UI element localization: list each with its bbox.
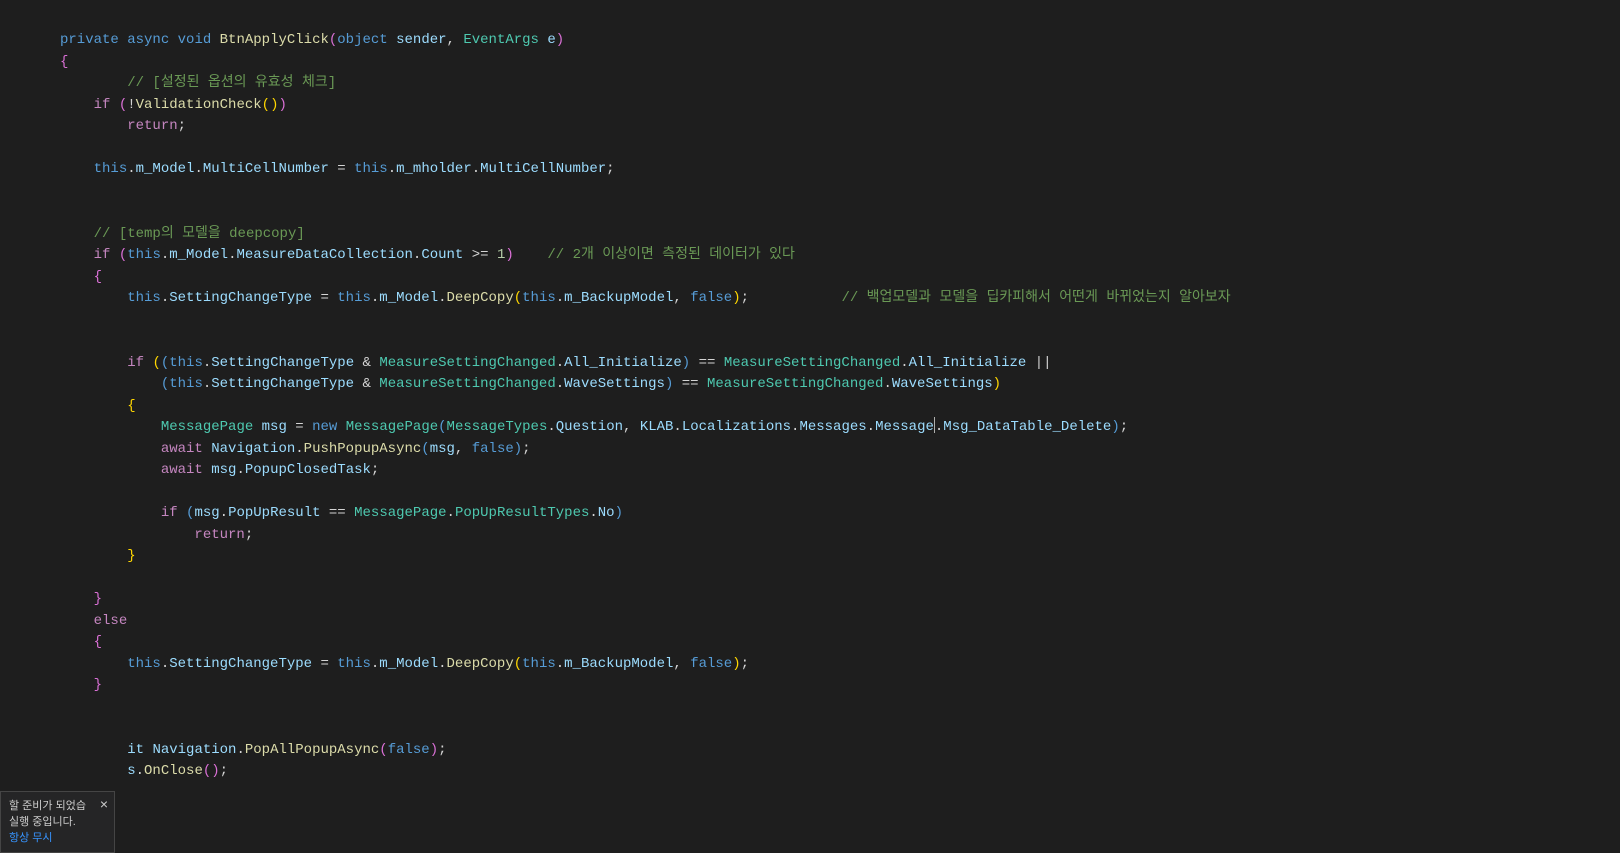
literal: false	[388, 742, 430, 758]
keyword: new	[312, 419, 337, 435]
notification-line: 실행 중입니다.	[9, 814, 106, 830]
type: MeasureSettingChanged	[379, 355, 555, 371]
keyword: void	[178, 32, 212, 48]
close-icon[interactable]: ×	[100, 796, 108, 812]
member: m_Model	[136, 161, 195, 177]
member: MeasureDataCollection	[236, 247, 412, 263]
keyword: this	[127, 656, 161, 672]
keyword: await	[161, 462, 203, 478]
code-editor[interactable]: private async void BtnApplyClick(object …	[0, 0, 1620, 853]
type: MeasureSettingChanged	[724, 355, 900, 371]
keyword: return	[127, 118, 177, 134]
member: KLAB	[640, 419, 674, 435]
member: SettingChangeType	[169, 290, 312, 306]
keyword: await	[161, 441, 203, 457]
member: m_mholder	[396, 161, 472, 177]
type: MeasureSettingChanged	[379, 376, 555, 392]
variable: msg	[430, 441, 455, 457]
member: m_BackupModel	[564, 656, 673, 672]
method-call: DeepCopy	[447, 656, 514, 672]
type: MessageTypes	[447, 419, 548, 435]
method-name: BtnApplyClick	[220, 32, 329, 48]
keyword: this	[169, 376, 203, 392]
keyword: this	[522, 656, 556, 672]
member: WaveSettings	[564, 376, 665, 392]
type: MessagePage	[346, 419, 438, 435]
member: SettingChangeType	[211, 376, 354, 392]
member: WaveSettings	[892, 376, 993, 392]
member: PopupClosedTask	[245, 462, 371, 478]
literal: false	[690, 290, 732, 306]
text: it	[127, 742, 144, 758]
member: Message	[875, 419, 934, 435]
method-call: OnClose	[144, 763, 203, 779]
comment: // 백업모델과 모델을 딥카피해서 어떤게 바뀌었는지 알아보자	[841, 290, 1230, 306]
member: Messages	[799, 419, 866, 435]
comment: // [temp의 모델을 deepcopy]	[94, 226, 305, 242]
text: s	[127, 763, 135, 779]
keyword: async	[127, 32, 169, 48]
type: EventArgs	[463, 32, 539, 48]
keyword: if	[94, 247, 111, 263]
keyword: if	[94, 97, 111, 113]
method-call: ValidationCheck	[136, 97, 262, 113]
keyword: object	[337, 32, 387, 48]
comment: // 2개 이상이면 측정된 데이터가 있다	[547, 247, 795, 263]
keyword: this	[337, 290, 371, 306]
member: Question	[556, 419, 623, 435]
type: MessagePage	[161, 419, 253, 435]
comment: // [설정된 옵션의 유효성 체크]	[127, 75, 336, 91]
keyword: this	[127, 290, 161, 306]
keyword: if	[161, 505, 178, 521]
member: All_Initialize	[909, 355, 1027, 371]
variable: msg	[194, 505, 219, 521]
parameter: e	[547, 32, 555, 48]
keyword: return	[194, 527, 244, 543]
member: No	[598, 505, 615, 521]
member: m_Model	[379, 290, 438, 306]
member: SettingChangeType	[211, 355, 354, 371]
method-call: PushPopupAsync	[304, 441, 422, 457]
member: m_Model	[169, 247, 228, 263]
keyword: this	[169, 355, 203, 371]
notification-toast: × 할 준비가 되었습 실행 중입니다. 항상 무시	[0, 791, 115, 853]
keyword: this	[94, 161, 128, 177]
variable: msg	[262, 419, 287, 435]
member: PopUpResult	[228, 505, 320, 521]
keyword: if	[127, 355, 144, 371]
method-call: PopAllPopupAsync	[245, 742, 379, 758]
method-call: DeepCopy	[447, 290, 514, 306]
member: Localizations	[682, 419, 791, 435]
keyword: else	[94, 613, 128, 629]
member: m_BackupModel	[564, 290, 673, 306]
keyword: this	[354, 161, 388, 177]
literal: false	[690, 656, 732, 672]
keyword: this	[127, 247, 161, 263]
keyword: private	[60, 32, 119, 48]
type: MeasureSettingChanged	[707, 376, 883, 392]
member: SettingChangeType	[169, 656, 312, 672]
type: PopUpResultTypes	[455, 505, 589, 521]
member: MultiCellNumber	[480, 161, 606, 177]
member: Navigation	[152, 742, 236, 758]
member: Navigation	[211, 441, 295, 457]
keyword: this	[337, 656, 371, 672]
member: m_Model	[379, 656, 438, 672]
member: MultiCellNumber	[203, 161, 329, 177]
notification-line: 할 준비가 되었습	[9, 798, 106, 814]
member: Count	[421, 247, 463, 263]
keyword: this	[522, 290, 556, 306]
notification-action-link[interactable]: 항상 무시	[9, 830, 106, 846]
member: Msg_DataTable_Delete	[943, 419, 1111, 435]
type: MessagePage	[354, 505, 446, 521]
literal: false	[472, 441, 514, 457]
member: All_Initialize	[564, 355, 682, 371]
variable: msg	[211, 462, 236, 478]
parameter: sender	[396, 32, 446, 48]
